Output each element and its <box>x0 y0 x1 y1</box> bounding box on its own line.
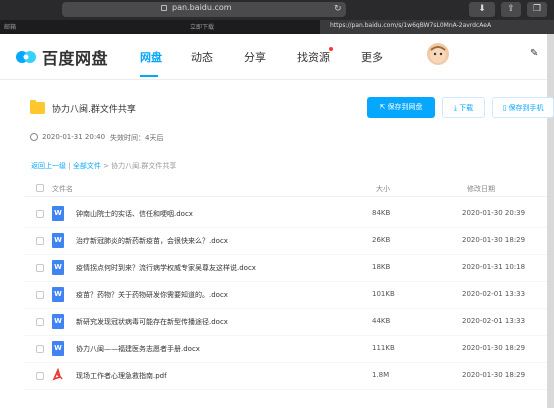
file-name[interactable]: 疫苗？药物？关于药物研发你需要知道的。.docx <box>76 290 228 300</box>
word-file-icon: W <box>52 233 64 248</box>
breadcrumb-all-files[interactable]: 全部文件 <box>73 162 101 170</box>
download-button[interactable]: ⤓ 下载 <box>442 97 485 118</box>
breadcrumb-back[interactable]: 返回上一级 <box>31 162 66 170</box>
word-file-icon: W <box>52 206 64 221</box>
nav-share[interactable]: 分享 <box>244 49 266 65</box>
nav-active-underline <box>140 75 158 77</box>
row-checkbox[interactable] <box>36 264 44 272</box>
select-all-checkbox[interactable] <box>36 184 44 192</box>
breadcrumb-current: 协力八闽.群文件共享 <box>111 162 177 170</box>
file-name[interactable]: 新研究发现冠状病毒可能存在新型传播途径.docx <box>76 317 228 327</box>
save-icon: ⇱ <box>379 103 388 111</box>
table-row[interactable]: W 协力八闽——福建医务志愿者手册.docx 111KB 2020-01-30 18:… <box>25 336 547 363</box>
file-date: 2020-01-30 18:29 <box>462 371 526 379</box>
file-name[interactable]: 治疗新冠肺炎的新药新疫苗，会很快来么？.docx <box>76 236 228 246</box>
pdf-file-icon <box>52 367 64 383</box>
word-file-icon: W <box>52 260 64 275</box>
tab-mail[interactable]: 邮箱 <box>4 22 16 31</box>
file-size: 101KB <box>372 290 395 298</box>
file-name[interactable]: 现场工作者心理急救指南.pdf <box>76 371 167 381</box>
lock-icon <box>161 5 167 11</box>
share-icon[interactable]: ⇪ <box>501 2 521 17</box>
breadcrumb-separator: | <box>68 162 71 170</box>
nav-activity[interactable]: 动态 <box>191 49 213 65</box>
tab-download[interactable]: 立即下载 <box>190 22 214 31</box>
table-row[interactable]: W 疫苗？药物？关于药物研发你需要知道的。.docx 101KB 2020-02-01… <box>25 282 547 309</box>
table-row[interactable]: W 钟南山院士的实话、信任和哽咽.docx 84KB 2020-01-30 20:39 <box>25 201 547 228</box>
app-header: 百度网盘 网盘 动态 分享 找资源 更多 ✎ <box>0 34 554 80</box>
tab-pan[interactable]: https://pan.baidu.com/s/1w6qBW7sL0MnA-2a… <box>320 20 554 34</box>
edit-icon[interactable]: ✎ <box>530 48 538 59</box>
file-name[interactable]: 协力八闽——福建医务志愿者手册.docx <box>76 344 200 354</box>
share-title: 协力八闽.群文件共享 <box>52 105 136 115</box>
table-row[interactable]: 现场工作者心理急救指南.pdf 1.8M 2020-01-30 18:29 <box>25 363 547 390</box>
nav-netdisk[interactable]: 网盘 <box>140 49 162 65</box>
file-size: 44KB <box>372 317 391 325</box>
nav-find-resources[interactable]: 找资源 <box>297 49 330 65</box>
row-checkbox[interactable] <box>36 318 44 326</box>
file-size: 1.8M <box>372 371 390 379</box>
column-name[interactable]: 文件名 <box>52 184 73 194</box>
file-date: 2020-02-01 13:33 <box>462 290 526 298</box>
table-row[interactable]: W 新研究发现冠状病毒可能存在新型传播途径.docx 44KB 2020-02-01 … <box>25 309 547 336</box>
share-expiry: 失效时间：4天后 <box>110 134 164 142</box>
tabs-icon[interactable]: ❐ <box>527 2 547 17</box>
file-name[interactable]: 钟南山院士的实话、信任和哽咽.docx <box>76 209 193 219</box>
column-date[interactable]: 修改日期 <box>467 184 495 194</box>
word-file-icon: W <box>52 287 64 302</box>
file-size: 18KB <box>372 263 391 271</box>
file-size: 111KB <box>372 344 395 352</box>
file-name[interactable]: 疫情拐点何时到来？流行病学权威专家吴尊友这样说.docx <box>76 263 256 273</box>
download-icon[interactable]: ⬇ <box>469 2 495 17</box>
table-row[interactable]: W 疫情拐点何时到来？流行病学权威专家吴尊友这样说.docx 18KB 2020-01… <box>25 255 547 282</box>
notification-dot <box>329 47 333 51</box>
row-checkbox[interactable] <box>36 210 44 218</box>
file-date: 2020-02-01 13:33 <box>462 317 526 325</box>
clock-icon <box>30 133 38 141</box>
logo-text: 百度网盘 <box>42 49 109 68</box>
share-date: 2020-01-31 20:40 <box>42 133 106 141</box>
row-checkbox[interactable] <box>36 291 44 299</box>
folder-icon <box>30 100 45 114</box>
table-row[interactable]: W 治疗新冠肺炎的新药新疫苗，会很快来么？.docx 26KB 2020-01-30 … <box>25 228 547 255</box>
file-size: 26KB <box>372 236 391 244</box>
breadcrumb: 返回上一级 | 全部文件 > 协力八闽.群文件共享 <box>31 161 176 171</box>
reload-icon[interactable]: ↻ <box>334 4 342 14</box>
baidu-netdisk-logo-icon[interactable] <box>14 46 38 66</box>
column-size[interactable]: 大小 <box>376 184 390 194</box>
avatar[interactable] <box>427 43 449 65</box>
save-to-phone-button[interactable]: ▯ 保存到手机 <box>492 97 554 118</box>
row-checkbox[interactable] <box>36 345 44 353</box>
address-text: pan.baidu.com <box>172 3 232 12</box>
save-to-netdisk-button[interactable]: ⇱ 保存到网盘 <box>367 97 435 118</box>
row-checkbox[interactable] <box>36 372 44 380</box>
file-date: 2020-01-30 18:29 <box>462 344 526 352</box>
nav-more[interactable]: 更多 <box>361 49 383 65</box>
breadcrumb-separator: > <box>103 162 109 170</box>
scrollbar[interactable] <box>547 34 554 408</box>
word-file-icon: W <box>52 314 64 329</box>
file-date: 2020-01-30 20:39 <box>462 209 526 217</box>
download-label: 下载 <box>459 104 474 112</box>
file-list-header: 文件名 大小 修改日期 <box>25 180 547 197</box>
file-date: 2020-01-31 10:18 <box>462 263 526 271</box>
save-to-phone-label: 保存到手机 <box>508 104 544 112</box>
save-to-netdisk-label: 保存到网盘 <box>387 103 423 111</box>
row-checkbox[interactable] <box>36 237 44 245</box>
word-file-icon: W <box>52 341 64 356</box>
tab-pan-label: https://pan.baidu.com/s/1w6qBW7sL0MnA-2a… <box>330 22 492 29</box>
file-date: 2020-01-30 18:29 <box>462 236 526 244</box>
file-size: 84KB <box>372 209 391 217</box>
browser-toolbar: pan.baidu.com ↻ ⬇ ⇪ ❐ <box>0 0 554 20</box>
